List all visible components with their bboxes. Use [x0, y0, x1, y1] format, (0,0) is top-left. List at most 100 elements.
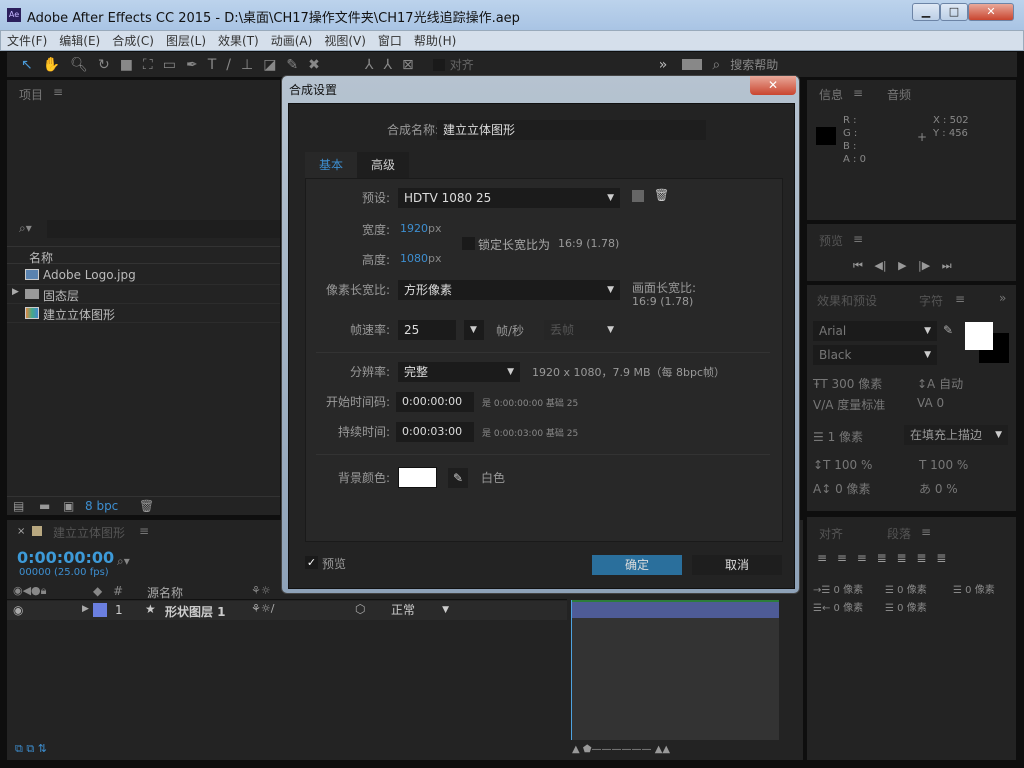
eyedropper-icon[interactable]: ✎	[448, 468, 468, 488]
panel-menu-icon[interactable]: ≡	[921, 525, 931, 539]
fill-color-swatch[interactable]	[965, 322, 993, 350]
bpc-button[interactable]: 8 bpc	[85, 499, 118, 513]
layer-name[interactable]: 形状图层 1	[165, 603, 226, 620]
frame-rate-input[interactable]: 25	[398, 320, 456, 340]
tab-align[interactable]: 对齐	[819, 525, 843, 542]
baseline-shift-value[interactable]: 0 像素	[835, 482, 870, 496]
eyedropper-icon[interactable]: ✎	[943, 323, 953, 337]
expand-arrow-icon[interactable]: ▶	[12, 287, 19, 297]
tab-basic[interactable]: 基本	[305, 152, 357, 178]
menu-help[interactable]: 帮助(H)	[414, 32, 456, 49]
layer-switches-icon[interactable]: ⚘☼/	[251, 602, 274, 615]
menu-edit[interactable]: 编辑(E)	[59, 32, 100, 49]
pixel-aspect-dropdown[interactable]: 方形像素	[398, 280, 620, 300]
pan-behind-tool-icon[interactable]: ⛶	[143, 57, 153, 73]
alignment-buttons[interactable]: ≡ ≡ ≡ ≣ ≣ ≣ ≣	[817, 551, 946, 565]
search-icon[interactable]: ⌕▾	[19, 221, 32, 236]
column-name[interactable]: 名称	[29, 249, 53, 266]
overflow-icon[interactable]: »	[999, 291, 1006, 305]
lock-aspect-checkbox[interactable]	[462, 237, 475, 250]
new-composition-icon[interactable]: ▣	[63, 499, 74, 513]
puppet-pin-tool-icon[interactable]: ✖	[308, 57, 320, 73]
dialog-close-button[interactable]: ✕	[750, 76, 796, 95]
layer-color-label[interactable]	[93, 603, 107, 617]
overflow-icon[interactable]: »	[659, 57, 668, 73]
world-axis-icon[interactable]: ⅄	[383, 57, 392, 73]
width-value[interactable]: 1920	[400, 222, 428, 235]
play-icon[interactable]: ▶	[898, 259, 906, 272]
preview-checkbox[interactable]: ✓	[305, 556, 318, 569]
comp-name-input[interactable]: 建立立体图形	[437, 120, 706, 140]
tsume-value[interactable]: 0 %	[935, 482, 958, 496]
rectangle-tool-icon[interactable]: ▭	[163, 57, 176, 73]
camera-tool-icon[interactable]: ■	[120, 57, 133, 73]
menu-composition[interactable]: 合成(C)	[112, 32, 154, 49]
ok-button[interactable]: 确定	[592, 555, 682, 575]
panel-menu-icon[interactable]: ≡	[53, 85, 63, 99]
new-folder-icon[interactable]: ▬	[39, 499, 50, 513]
menu-file[interactable]: 文件(F)	[7, 32, 47, 49]
tab-audio[interactable]: 音频	[887, 86, 911, 103]
search-help-input[interactable]: 搜索帮助	[730, 56, 778, 73]
tab-info[interactable]: 信息	[819, 86, 843, 103]
height-value[interactable]: 1080	[400, 252, 428, 265]
stroke-mode-dropdown[interactable]: 在填充上描边	[904, 425, 1008, 445]
drop-frame-dropdown[interactable]: 丢帧	[544, 320, 620, 340]
panel-menu-icon[interactable]: ≡	[853, 232, 863, 246]
layer-row[interactable]: ◉ ▶ 1 ★ 形状图层 1 ⚘☼/ ⬡ 正常	[7, 601, 567, 620]
space-after[interactable]: ☰ 0 像素	[885, 599, 927, 614]
resolution-dropdown[interactable]: 完整	[398, 362, 520, 382]
rotate-tool-icon[interactable]: ↻	[98, 57, 110, 73]
menu-animation[interactable]: 动画(A)	[271, 32, 313, 49]
leading-value[interactable]: 自动	[939, 377, 963, 391]
menu-view[interactable]: 视图(V)	[324, 32, 366, 49]
tab-advanced[interactable]: 高级	[357, 152, 409, 178]
snap-checkbox[interactable]	[432, 58, 445, 71]
3d-layer-icon[interactable]: ⬡	[355, 602, 365, 616]
project-search-input[interactable]	[47, 220, 280, 238]
stroke-width-value[interactable]: 1 像素	[828, 430, 863, 444]
indent-left[interactable]: →☰ 0 像素	[813, 581, 863, 596]
space-before[interactable]: ☰ 0 像素	[885, 581, 927, 596]
roto-brush-tool-icon[interactable]: ✎	[286, 57, 298, 73]
start-timecode-input[interactable]: 0:00:00:00	[396, 392, 474, 412]
layer-duration-bar[interactable]	[572, 600, 779, 618]
brush-tool-icon[interactable]: /	[226, 57, 231, 73]
font-style-dropdown[interactable]: Black	[813, 345, 937, 365]
timeline-tab[interactable]: 建立立体图形	[53, 524, 125, 541]
menu-window[interactable]: 窗口	[378, 32, 402, 49]
indent-right[interactable]: ☰← 0 像素	[813, 599, 863, 614]
kerning-value[interactable]: 度量标准	[837, 398, 885, 412]
tab-paragraph[interactable]: 段落	[887, 525, 911, 542]
panel-menu-icon[interactable]: ≡	[853, 86, 863, 100]
panel-menu-icon[interactable]: ≡	[139, 524, 149, 538]
maximize-button[interactable]: □	[940, 3, 968, 21]
sync-icon[interactable]	[682, 59, 703, 70]
duration-input[interactable]: 0:00:03:00	[396, 422, 474, 442]
horizontal-scale-value[interactable]: 100 %	[930, 458, 968, 472]
delete-preset-icon[interactable]: 🗑︎	[654, 188, 669, 202]
save-preset-icon[interactable]	[632, 190, 644, 202]
menu-layer[interactable]: 图层(L)	[166, 32, 206, 49]
project-item[interactable]: Adobe Logo.jpg	[7, 266, 280, 285]
hand-tool-icon[interactable]: ✋	[43, 57, 60, 73]
pen-tool-icon[interactable]: ✒	[186, 57, 198, 73]
tab-preview[interactable]: 预览	[819, 232, 843, 249]
font-size-value[interactable]: 300 像素	[832, 377, 883, 391]
current-time[interactable]: 0:00:00:00	[17, 548, 114, 567]
visibility-eye-icon[interactable]: ◉	[13, 603, 23, 617]
timeline-search-icon[interactable]: ⌕▾	[117, 554, 130, 569]
preset-dropdown[interactable]: HDTV 1080 25	[398, 188, 620, 208]
frame-rate-dropdown-icon[interactable]: ▼	[464, 320, 484, 340]
eraser-tool-icon[interactable]: ◪	[263, 57, 276, 73]
blend-mode-dropdown[interactable]: 正常	[385, 601, 455, 620]
first-line-indent[interactable]: ☰ 0 像素	[953, 581, 995, 596]
tab-effects-presets[interactable]: 效果和预设	[817, 292, 877, 309]
cancel-button[interactable]: 取消	[692, 555, 782, 575]
prev-frame-icon[interactable]: ◀|	[874, 259, 886, 272]
last-frame-icon[interactable]: ⏭	[942, 259, 952, 272]
menu-effect[interactable]: 效果(T)	[218, 32, 259, 49]
background-color-swatch[interactable]	[398, 467, 437, 488]
zoom-tool-icon[interactable]: 🔍︎	[70, 57, 88, 73]
zoom-slider[interactable]: ▲ ⬟—————— ▲▲	[572, 744, 670, 755]
